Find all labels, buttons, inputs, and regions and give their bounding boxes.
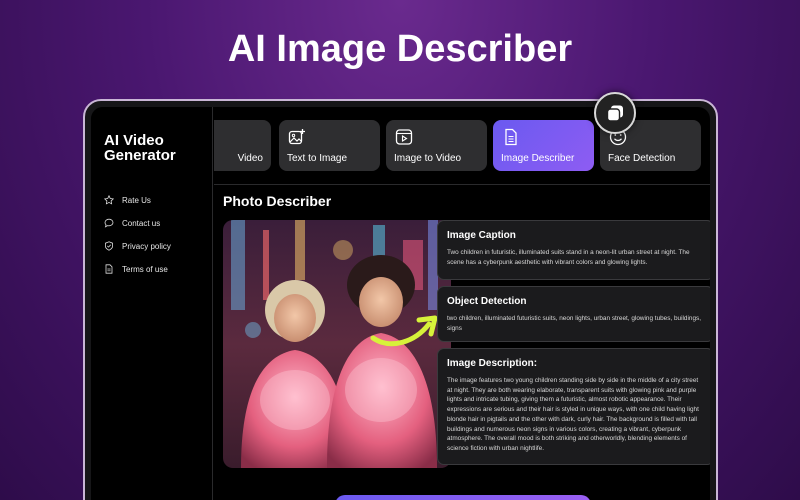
device-frame: AI Video Generator Rate Us Contact us Pr… xyxy=(83,99,718,500)
sidebar-item-terms-of-use[interactable]: Terms of use xyxy=(104,262,168,276)
card-title: Object Detection xyxy=(447,296,527,307)
photo-illustration xyxy=(223,220,451,468)
sidebar-item-label: Terms of use xyxy=(122,264,168,274)
card-text: Two children in futuristic, illuminated … xyxy=(447,249,690,266)
card-image-caption: Image Caption Two children in futuristic… xyxy=(437,220,710,280)
sidebar-item-contact-us[interactable]: Contact us xyxy=(104,216,160,230)
sidebar-item-label: Contact us xyxy=(122,218,161,228)
card-text: two children, illuminated futuristic sui… xyxy=(447,315,701,332)
card-image-description: Image Description: The image features tw… xyxy=(437,348,710,465)
sidebar-item-label: Rate Us xyxy=(122,195,151,205)
sidebar-item-rate-us[interactable]: Rate Us xyxy=(104,193,151,207)
card-object-detection: Object Detection two children, illuminat… xyxy=(437,286,710,342)
card-title: Image Caption xyxy=(447,230,516,241)
uploaded-photo[interactable] xyxy=(223,220,451,468)
sidebar-item-privacy-policy[interactable]: Privacy policy xyxy=(104,239,171,253)
primary-action-button[interactable] xyxy=(335,495,591,500)
sidebar-item-label: Privacy policy xyxy=(122,241,171,251)
document-lines-icon xyxy=(505,128,517,146)
tab-label: Text to Image xyxy=(287,153,348,164)
tab-label: Video xyxy=(237,153,263,164)
shield-check-icon xyxy=(105,241,113,251)
copy-icon xyxy=(606,105,623,122)
copy-button[interactable] xyxy=(594,92,636,134)
app-window: AI Video Generator Rate Us Contact us Pr… xyxy=(91,107,710,500)
app-title: AI Video Generator xyxy=(104,132,176,164)
star-icon xyxy=(104,195,114,205)
tab-label: Image to Video xyxy=(394,153,462,164)
tab-label: Image Describer xyxy=(501,153,575,164)
headline: AI Image Describer xyxy=(227,28,573,70)
card-text: The image features two young children st… xyxy=(447,377,699,452)
document-icon xyxy=(105,264,113,274)
chat-bubble-icon xyxy=(104,218,114,228)
tab-image-describer[interactable]: Image Describer xyxy=(493,120,594,171)
video-play-icon xyxy=(395,129,413,145)
tab-label: Face Detection xyxy=(608,153,676,164)
card-title: Image Description: xyxy=(447,358,538,369)
tab-image-to-video[interactable]: Image to Video xyxy=(386,120,487,171)
section-title: Photo Describer xyxy=(223,193,332,209)
image-plus-icon xyxy=(288,129,305,145)
tool-tabs: Video Text to Image Image to Video Image… xyxy=(214,107,710,185)
sidebar: AI Video Generator Rate Us Contact us Pr… xyxy=(91,107,213,500)
tab-text-to-image[interactable]: Text to Image xyxy=(279,120,380,171)
tab-video[interactable]: Video xyxy=(214,120,271,171)
